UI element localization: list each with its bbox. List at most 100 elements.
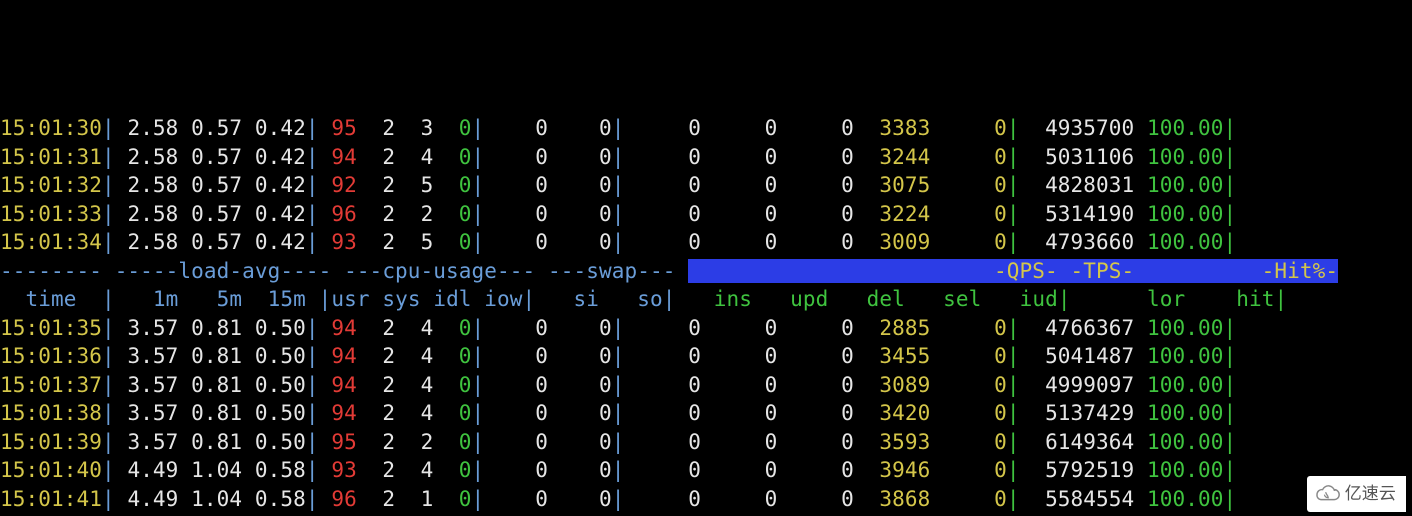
col-ins: 0 [624,373,700,397]
hdr-sys: sys [370,287,421,311]
col-time: 15:01:33 [0,202,102,226]
col-si: 0 [484,230,548,254]
col-lor: 4828031 [1020,173,1135,197]
data-row: 15:01:37| 3.57 0.81 0.50| 94 2 4 0| 0 0|… [0,371,1412,400]
col-si: 0 [484,173,548,197]
right-header: -QPS- -TPS- -Hit%- [688,259,1338,283]
col-15m: 0.58 [242,487,306,511]
col-so: 0 [548,401,612,425]
col-5m: 0.81 [178,316,242,340]
col-usr: 96 [319,487,357,511]
data-row: 15:01:38| 3.57 0.81 0.50| 94 2 4 0| 0 0|… [0,399,1412,428]
col-time: 15:01:41 [0,487,102,511]
col-del: 0 [777,344,853,368]
col-sys: 2 [357,145,395,169]
col-ins: 0 [624,202,700,226]
col-1m: 2.58 [115,202,179,226]
col-usr: 94 [319,316,357,340]
col-iud: 0 [930,230,1006,254]
col-upd: 0 [701,401,777,425]
col-ins: 0 [624,145,700,169]
watermark-text: 亿速云 [1345,480,1396,509]
hdr-lor: lor [1071,287,1186,311]
col-hit: 100.00 [1134,230,1223,254]
label-cpu: cpu-usage [382,259,497,283]
hdr-si: si [535,287,599,311]
col-so: 0 [548,316,612,340]
col-iud: 0 [930,145,1006,169]
col-sys: 2 [357,230,395,254]
col-iud: 0 [930,373,1006,397]
col-iow: 0 [433,316,471,340]
section-header-2: time | 1m 5m 15m |usr sys idl iow| si so… [0,285,1412,314]
col-sys: 2 [357,344,395,368]
hdr-ins: ins [675,287,751,311]
col-idl: 4 [395,401,433,425]
col-1m: 3.57 [115,401,179,425]
col-si: 0 [484,344,548,368]
col-time: 15:01:34 [0,230,102,254]
col-del: 0 [777,230,853,254]
hdr-1m: 1m [115,287,179,311]
col-time: 15:01:39 [0,430,102,454]
col-si: 0 [484,487,548,511]
col-usr: 92 [319,173,357,197]
col-1m: 2.58 [115,230,179,254]
col-del: 0 [777,145,853,169]
col-iud: 0 [930,487,1006,511]
col-sel: 3868 [854,487,930,511]
col-1m: 2.58 [115,116,179,140]
col-sys: 2 [357,430,395,454]
col-ins: 0 [624,173,700,197]
col-idl: 4 [395,344,433,368]
col-si: 0 [484,145,548,169]
col-so: 0 [548,202,612,226]
col-5m: 1.04 [178,458,242,482]
col-idl: 4 [395,373,433,397]
dash: --- --- [497,259,586,283]
data-row: 15:01:39| 3.57 0.81 0.50| 95 2 2 0| 0 0|… [0,428,1412,457]
data-row: 15:01:41| 4.49 1.04 0.58| 96 2 1 0| 0 0|… [0,485,1412,514]
hdr-5m: 5m [178,287,242,311]
dash: --- [637,259,688,283]
hdr-iud: iud [981,287,1057,311]
cloud-icon [1312,483,1342,505]
hdr-15m: 15m [242,287,318,311]
col-si: 0 [484,316,548,340]
col-lor: 5584554 [1020,487,1135,511]
col-time: 15:01:32 [0,173,102,197]
col-5m: 0.81 [178,373,242,397]
col-iow: 0 [433,487,471,511]
col-so: 0 [548,173,612,197]
col-del: 0 [777,202,853,226]
col-ins: 0 [624,116,700,140]
col-time: 15:01:40 [0,458,102,482]
col-15m: 0.42 [242,230,306,254]
col-hit: 100.00 [1134,316,1223,340]
col-iow: 0 [433,145,471,169]
col-iow: 0 [433,202,471,226]
col-15m: 0.50 [242,344,306,368]
col-usr: 93 [319,458,357,482]
col-ins: 0 [624,487,700,511]
col-iow: 0 [433,173,471,197]
col-15m: 0.42 [242,173,306,197]
col-iow: 0 [433,373,471,397]
col-sel: 2885 [854,316,930,340]
col-iud: 0 [930,316,1006,340]
data-row: 15:01:30| 2.58 0.57 0.42| 95 2 3 0| 0 0|… [0,114,1412,143]
section-header-1: -------- -----load-avg---- ---cpu-usage-… [0,257,1412,286]
col-lor: 5031106 [1020,145,1135,169]
col-idl: 1 [395,487,433,511]
col-usr: 95 [319,430,357,454]
col-si: 0 [484,401,548,425]
col-sel: 3089 [854,373,930,397]
col-iow: 0 [433,430,471,454]
col-hit: 100.00 [1134,116,1223,140]
col-usr: 96 [319,202,357,226]
col-del: 0 [777,116,853,140]
hdr-sel: sel [905,287,981,311]
col-idl: 2 [395,430,433,454]
col-del: 0 [777,487,853,511]
col-ins: 0 [624,230,700,254]
